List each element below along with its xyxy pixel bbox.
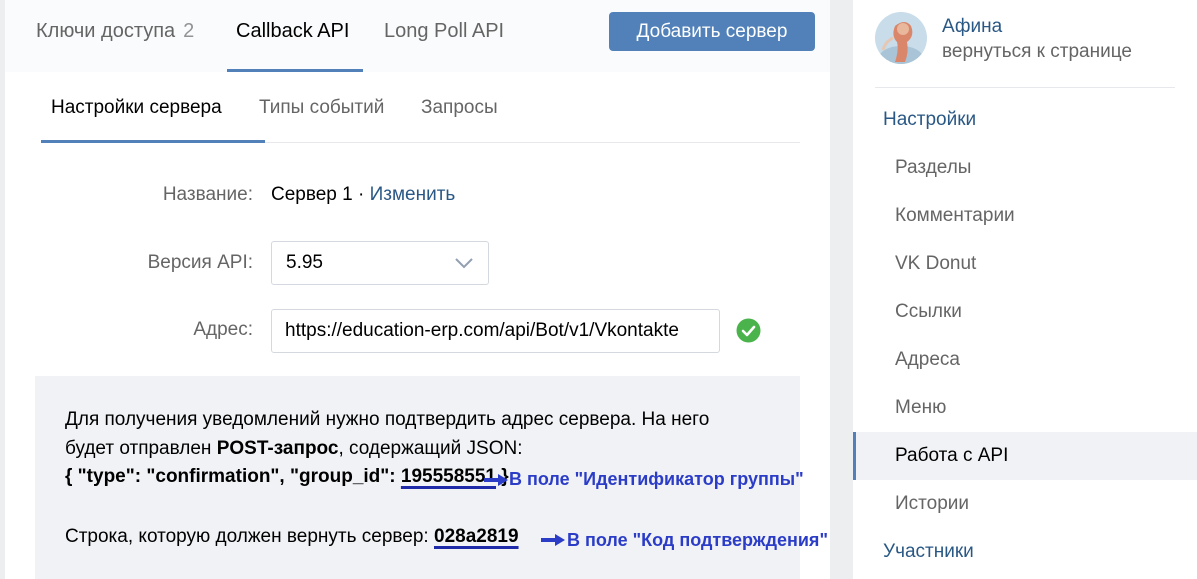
tab-long-poll-api[interactable]: Long Poll API <box>384 0 504 72</box>
change-name-link[interactable]: Изменить <box>370 184 456 205</box>
api-version-select[interactable]: 5.95 <box>271 241 489 285</box>
tab-long-poll-api-label: Long Poll API <box>384 20 505 42</box>
info-line-2-prefix: будет отправлен <box>65 438 217 459</box>
active-tab-indicator <box>227 69 363 72</box>
name-label: Название: <box>162 184 253 205</box>
address-label: Адрес: <box>193 319 253 340</box>
confirm-code-annotation: В поле "Код подтверждения" <box>567 530 828 550</box>
add-server-button[interactable]: Добавить сервер <box>609 12 815 51</box>
community-name-link[interactable]: Афина <box>942 16 1002 38</box>
tab-callback-api-label: Callback API <box>236 20 350 42</box>
info-line-1: Для получения уведомлений нужно подтверд… <box>65 409 710 430</box>
sidebar-item-stories[interactable]: Истории <box>853 480 1197 528</box>
info-line-2-suffix: , содержащий JSON: <box>338 438 523 459</box>
subtab-server-settings[interactable]: Настройки сервера <box>51 86 222 142</box>
return-string-line: Строка, которую должен вернуть сервер: 0… <box>65 526 519 548</box>
avatar[interactable] <box>875 12 927 64</box>
tab-callback-api[interactable]: Callback API <box>236 0 349 72</box>
name-separator: · <box>352 184 370 205</box>
arrow-right-icon <box>541 534 565 546</box>
sidebar: Афина вернуться к странице Настройки Раз… <box>853 0 1197 579</box>
group-id-value: 195558551 <box>400 466 496 487</box>
json-prefix: { "type": "confirmation", "group_id": <box>65 466 401 487</box>
sidebar-item-links[interactable]: Ссылки <box>853 288 1197 336</box>
server-name-value: Сервер 1 <box>271 184 353 205</box>
avatar-image <box>875 12 927 64</box>
tab-access-keys[interactable]: Ключи доступа 2 <box>36 0 194 72</box>
chevron-down-icon <box>455 258 473 269</box>
api-version-value: 5.95 <box>286 252 323 273</box>
sidebar-item-comments[interactable]: Комментарии <box>853 192 1197 240</box>
confirm-code-value: 028a2819 <box>434 526 519 547</box>
api-version-label: Версия API: <box>147 252 253 273</box>
check-circle-icon <box>736 318 761 343</box>
arrow-right-icon <box>484 474 508 486</box>
json-line: { "type": "confirmation", "group_id": 19… <box>65 466 509 488</box>
post-request-text: POST-запрос <box>216 438 339 459</box>
return-prefix: Строка, которую должен вернуть сервер: <box>65 526 434 547</box>
back-to-page-link[interactable]: вернуться к странице <box>942 41 1132 63</box>
sidebar-item-api[interactable]: Работа с API <box>853 432 1197 480</box>
sidebar-item-settings[interactable]: Настройки <box>853 96 1197 144</box>
tab-access-keys-label: Ключи доступа <box>36 20 176 42</box>
info-line-2: будет отправлен POST-запрос, содержащий … <box>65 438 523 460</box>
main-panel: Ключи доступа 2 Callback API Long Poll AP… <box>5 0 830 579</box>
subtab-requests[interactable]: Запросы <box>421 86 498 142</box>
address-input[interactable] <box>271 309 720 353</box>
sidebar-item-addresses[interactable]: Адреса <box>853 336 1197 384</box>
subtab-event-types[interactable]: Типы событий <box>259 86 384 142</box>
sidebar-item-sections[interactable]: Разделы <box>853 144 1197 192</box>
server-name: Сервер 1 · Изменить <box>271 184 455 206</box>
sub-tab-bar: Настройки сервера Типы событий Запросы <box>41 86 800 143</box>
tab-access-keys-count: 2 <box>183 20 195 42</box>
sidebar-divider <box>875 87 1175 88</box>
sidebar-item-members[interactable]: Участники <box>853 528 1197 576</box>
sidebar-item-vk-donut[interactable]: VK Donut <box>853 240 1197 288</box>
sidebar-item-menu[interactable]: Меню <box>853 384 1197 432</box>
top-tab-bar: Ключи доступа 2 Callback API Long Poll AP… <box>5 0 830 72</box>
active-subtab-indicator <box>41 140 265 143</box>
group-id-annotation: В поле "Идентификатор группы" <box>509 469 804 489</box>
